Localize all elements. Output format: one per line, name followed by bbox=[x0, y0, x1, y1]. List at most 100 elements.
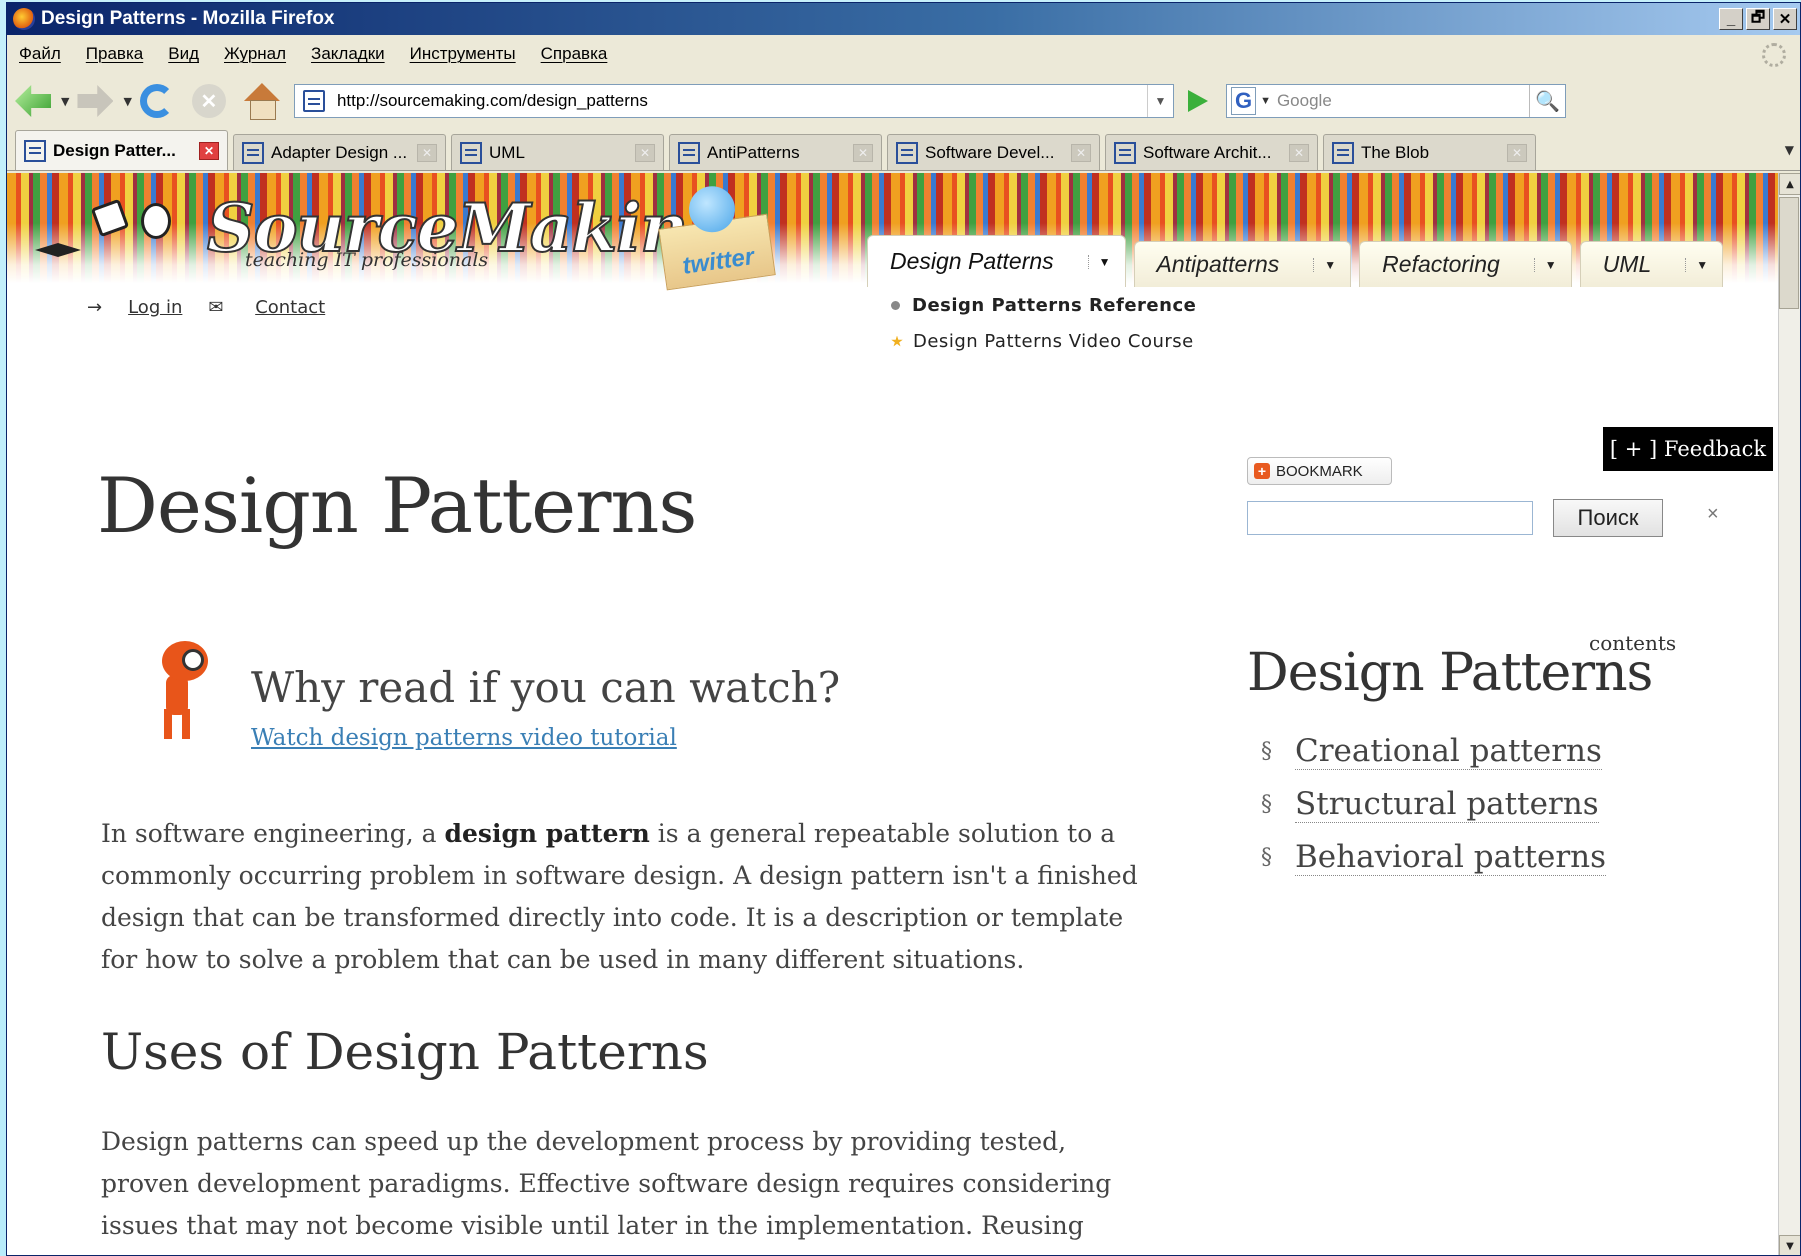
search-engine-icon[interactable]: G bbox=[1230, 87, 1257, 115]
sidebar-heading: Design Patterns bbox=[1247, 643, 1653, 703]
nav-label: UML bbox=[1602, 251, 1652, 277]
tab-close-icon[interactable]: ✕ bbox=[417, 143, 437, 162]
nav-antipatterns[interactable]: Antipatterns ▼ bbox=[1133, 241, 1352, 287]
chevron-down-icon[interactable]: ▼ bbox=[1087, 254, 1111, 269]
close-button[interactable]: ✕ bbox=[1773, 8, 1797, 30]
tab-label: The Blob bbox=[1361, 142, 1430, 162]
nav-design-patterns[interactable]: Design Patterns ▼ bbox=[867, 235, 1126, 287]
tab-close-icon[interactable]: ✕ bbox=[635, 143, 655, 162]
navigation-toolbar: ▼ ▼ ✕ http://sourcemaking.com/design_pat… bbox=[7, 73, 1800, 129]
tab-antipatterns[interactable]: AntiPatterns ✕ bbox=[669, 134, 882, 170]
tab-design-patterns[interactable]: Design Patter... ✕ bbox=[15, 130, 228, 170]
nav-refactoring[interactable]: Refactoring ▼ bbox=[1359, 241, 1572, 287]
bookmark-button[interactable]: + BOOKMARK bbox=[1247, 457, 1392, 485]
subnav-label[interactable]: Design Patterns Reference bbox=[912, 295, 1196, 316]
tab-bar: Design Patter... ✕ Adapter Design ... ✕ UM… bbox=[7, 129, 1800, 171]
url-history-dropdown[interactable]: ▼ bbox=[1146, 85, 1173, 117]
search-bar[interactable]: G ▼ Google 🔍 bbox=[1225, 84, 1566, 118]
contact-link[interactable]: ✉ Contact bbox=[208, 297, 325, 318]
tab-label: Adapter Design ... bbox=[271, 142, 408, 162]
subnav-video-course[interactable]: Design Patterns Video Course bbox=[891, 331, 1196, 352]
chevron-down-icon[interactable]: ▼ bbox=[1313, 257, 1336, 272]
page-content: SourceMaking teaching IT professionals t… bbox=[7, 173, 1779, 1255]
subnav-label[interactable]: Design Patterns Video Course bbox=[913, 331, 1194, 352]
nav-uml[interactable]: UML ▼ bbox=[1579, 241, 1724, 287]
tab-close-icon[interactable]: ✕ bbox=[1071, 143, 1091, 162]
menu-help[interactable]: Справка bbox=[541, 44, 608, 64]
menu-file[interactable]: Файл bbox=[19, 44, 61, 64]
page-icon bbox=[24, 139, 46, 162]
page-icon bbox=[242, 141, 264, 164]
list-all-tabs-button[interactable]: ▼ bbox=[1785, 143, 1794, 157]
url-bar[interactable]: http://sourcemaking.com/design_patterns … bbox=[293, 84, 1174, 118]
maximize-button[interactable]: 🗗 bbox=[1746, 8, 1770, 30]
forward-button[interactable] bbox=[77, 81, 114, 121]
menu-bookmarks[interactable]: Закладки bbox=[311, 44, 385, 64]
toc-link[interactable]: Creational patterns bbox=[1295, 733, 1602, 770]
tab-close-icon[interactable]: ✕ bbox=[199, 141, 219, 160]
tab-label: AntiPatterns bbox=[707, 142, 800, 162]
tab-uml[interactable]: UML ✕ bbox=[451, 134, 664, 170]
bookmark-label: BOOKMARK bbox=[1276, 462, 1363, 480]
tab-close-icon[interactable]: ✕ bbox=[1289, 143, 1309, 162]
page-title: Design Patterns bbox=[97, 461, 697, 550]
page-icon bbox=[1114, 141, 1136, 164]
mascot-leg bbox=[182, 709, 190, 739]
star-icon bbox=[891, 335, 903, 347]
url-text[interactable]: http://sourcemaking.com/design_patterns bbox=[337, 91, 1147, 111]
toc-link[interactable]: Structural patterns bbox=[1295, 786, 1599, 823]
scroll-up-button[interactable]: ▲ bbox=[1779, 173, 1800, 195]
search-magnifier-icon[interactable]: 🔍 bbox=[1528, 85, 1565, 117]
subnav-reference[interactable]: Design Patterns Reference bbox=[891, 295, 1196, 316]
tab-adapter-design[interactable]: Adapter Design ... ✕ bbox=[233, 134, 446, 170]
login-label[interactable]: Log in bbox=[128, 297, 182, 318]
toc-item-behavioral[interactable]: § Behavioral patterns bbox=[1261, 839, 1607, 876]
scroll-down-button[interactable]: ▼ bbox=[1779, 1235, 1800, 1255]
tab-label: UML bbox=[489, 142, 525, 162]
section-sign-icon: § bbox=[1261, 845, 1272, 870]
site-search-button[interactable]: Поиск bbox=[1553, 499, 1663, 537]
reload-button[interactable] bbox=[139, 84, 174, 118]
tab-software-archit[interactable]: Software Archit... ✕ bbox=[1105, 134, 1318, 170]
toc-item-structural[interactable]: § Structural patterns bbox=[1261, 786, 1606, 823]
tab-close-icon[interactable]: ✕ bbox=[1507, 143, 1527, 162]
back-arrow-icon bbox=[15, 85, 51, 117]
forward-history-dropdown[interactable]: ▼ bbox=[123, 95, 131, 108]
search-close-icon[interactable]: × bbox=[1707, 503, 1719, 526]
go-button[interactable] bbox=[1187, 90, 1208, 112]
window-title: Design Patterns - Mozilla Firefox bbox=[41, 8, 335, 29]
chevron-down-icon[interactable]: ▼ bbox=[1533, 257, 1557, 272]
home-button[interactable] bbox=[244, 83, 280, 120]
throbber-icon bbox=[1762, 43, 1786, 67]
menu-history[interactable]: Журнал bbox=[224, 44, 286, 64]
nav-label: Refactoring bbox=[1382, 251, 1500, 277]
mascot-eye bbox=[182, 649, 204, 671]
back-button[interactable] bbox=[15, 81, 51, 121]
intro-paragraph: In software engineering, a design patter… bbox=[101, 813, 1141, 981]
vertical-scrollbar[interactable]: ▲ ▼ bbox=[1778, 173, 1800, 1255]
minimize-button[interactable]: _ bbox=[1719, 8, 1743, 30]
stop-button[interactable]: ✕ bbox=[191, 84, 226, 118]
graduation-cap-icon bbox=[35, 243, 81, 257]
tab-close-icon[interactable]: ✕ bbox=[853, 143, 873, 162]
toc-item-creational[interactable]: § Creational patterns bbox=[1261, 733, 1606, 770]
tab-software-devel[interactable]: Software Devel... ✕ bbox=[887, 134, 1100, 170]
scroll-thumb[interactable] bbox=[1779, 197, 1799, 309]
menu-view[interactable]: Вид bbox=[168, 44, 199, 64]
tab-the-blob[interactable]: The Blob ✕ bbox=[1323, 134, 1536, 170]
menu-tools[interactable]: Инструменты bbox=[410, 44, 516, 64]
site-search-input[interactable] bbox=[1247, 501, 1533, 535]
login-link[interactable]: → Log in bbox=[87, 297, 182, 318]
chevron-down-icon[interactable]: ▼ bbox=[1685, 257, 1708, 272]
site-main-nav: Design Patterns ▼ Antipatterns ▼ Refactori… bbox=[867, 235, 1731, 287]
back-history-dropdown[interactable]: ▼ bbox=[61, 95, 69, 108]
logo-icons bbox=[35, 198, 185, 273]
table-of-contents: § Creational patterns § Structural pattern… bbox=[1261, 733, 1607, 892]
menu-edit[interactable]: Правка bbox=[86, 44, 143, 64]
video-tutorial-link[interactable]: Watch design patterns video tutorial bbox=[251, 725, 677, 751]
search-engine-dropdown[interactable]: ▼ bbox=[1260, 95, 1271, 107]
contact-label[interactable]: Contact bbox=[255, 297, 325, 318]
toc-link[interactable]: Behavioral patterns bbox=[1295, 839, 1607, 876]
feedback-button[interactable]: [ + ] Feedback bbox=[1603, 427, 1773, 471]
search-input[interactable]: Google bbox=[1277, 91, 1529, 111]
